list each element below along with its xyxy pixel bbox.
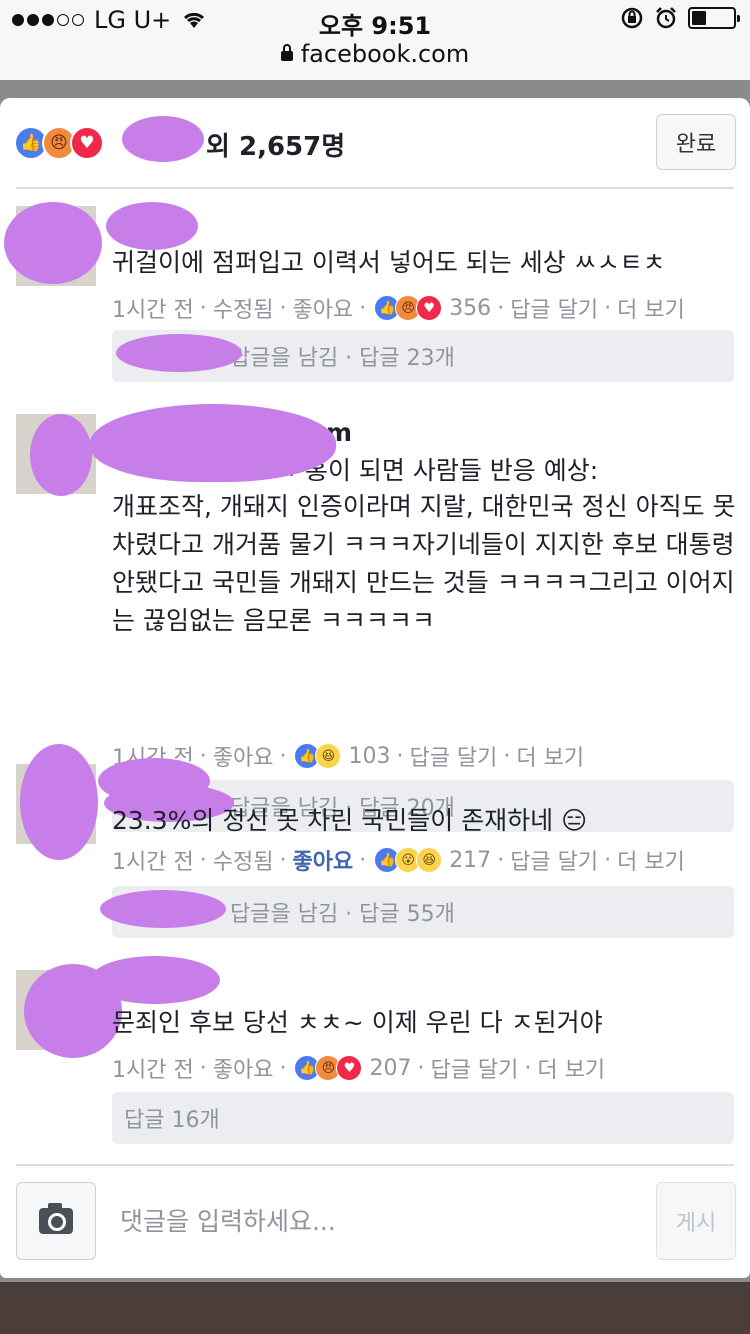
like-link[interactable]: 좋아요 — [213, 1052, 274, 1084]
love-icon: ♥ — [336, 1055, 363, 1081]
comment-meta: 1시간 전 · 수정됨 · 좋아요 · 👍 😠 ♥ 356 · 답글 달기 · 더 보기 — [112, 292, 685, 324]
reply-link[interactable]: 답글 달기 — [409, 740, 497, 772]
reply-summary-text: 답글을 남김 · 답글 23개 — [230, 346, 455, 371]
comment-time[interactable]: 1시간 전 — [112, 844, 194, 876]
comment-time[interactable]: 1시간 전 — [112, 1052, 194, 1084]
header-reactions[interactable]: 👍 😠 ♥ — [14, 126, 104, 160]
reaction-count[interactable]: 103 — [348, 744, 390, 769]
url-bar[interactable]: facebook.com — [0, 40, 750, 80]
like-link-active[interactable]: 좋아요 — [292, 844, 353, 876]
panel-header: 👍 😠 ♥ 외 2,657명 완료 — [0, 98, 750, 189]
alarm-icon — [656, 7, 676, 29]
orientation-lock-icon — [621, 7, 643, 29]
battery-icon — [688, 7, 740, 29]
reply-link[interactable]: 답글 달기 — [510, 844, 598, 876]
reply-summary-text: 답글 16개 — [124, 1108, 220, 1133]
more-link[interactable]: 더 보기 — [617, 844, 685, 876]
status-right — [620, 6, 740, 30]
redacted-name — [90, 956, 220, 1004]
comment-time[interactable]: 1시간 전 — [112, 292, 194, 324]
done-button[interactable]: 완료 — [656, 114, 736, 170]
comment-reactions[interactable]: 👍 😠 ♥ — [294, 1055, 363, 1081]
header-divider — [16, 187, 734, 189]
more-link[interactable]: 더 보기 — [537, 1052, 605, 1084]
redacted-avatar — [20, 744, 98, 860]
reactions-comments-panel: 👍 😠 ♥ 외 2,657명 완료 귀걸이에 점퍼입고 이력서 넣어도 되는 세… — [0, 98, 750, 1278]
comment-text: 개표조작, 개돼지 인증이라며 지랄, 대한민국 정신 아직도 못차렸다고 개거… — [112, 492, 736, 635]
reply-summary[interactable]: 답글 16개 — [112, 1092, 734, 1144]
url-text: facebook.com — [300, 40, 470, 68]
haha-icon: 😆 — [416, 847, 443, 873]
comment-meta: 1시간 전 · 수정됨 · 좋아요 · 👍 😮 😆 217 · 답글 달기 · 더 보기 — [112, 844, 685, 876]
redacted-avatar — [30, 414, 92, 496]
composer-divider — [16, 1164, 734, 1166]
edited-label[interactable]: 수정됨 — [213, 292, 274, 324]
comment-meta: 1시간 전 · 좋아요 · 👍 😠 ♥ 207 · 답글 달기 · 더 보기 — [112, 1052, 605, 1084]
redacted-name — [106, 202, 198, 250]
redacted-reply-name — [100, 890, 226, 928]
comment-text: 문죄인 후보 당선 ㅊㅊ~ 이제 우린 다 ㅈ된거야 — [112, 1008, 603, 1037]
reply-link[interactable]: 답글 달기 — [430, 1052, 518, 1084]
love-icon: ♥ — [70, 126, 104, 160]
redacted-name — [122, 116, 204, 162]
comment-input[interactable] — [112, 1182, 642, 1260]
comment-reactions[interactable]: 👍 😠 ♥ — [374, 295, 443, 321]
reply-link[interactable]: 답글 달기 — [510, 292, 598, 324]
more-link[interactable]: 더 보기 — [617, 292, 685, 324]
reaction-count[interactable]: 356 — [449, 296, 491, 321]
like-link[interactable]: 좋아요 — [292, 292, 353, 324]
reaction-summary[interactable]: 외 2,657명 — [206, 126, 345, 163]
lock-icon — [280, 44, 293, 61]
background-page-strip — [0, 1282, 750, 1334]
comment-text: 23.3%의 정신 못 차린 국민들이 존재하네 😑 — [112, 806, 588, 835]
more-link[interactable]: 더 보기 — [516, 740, 584, 772]
camera-icon — [39, 1203, 73, 1234]
status-bar: LG U+ 오후 9:51 — [0, 0, 750, 40]
edited-label[interactable]: 수정됨 — [213, 844, 274, 876]
reply-summary-text: 답글을 남김 · 답글 55개 — [230, 902, 455, 927]
comment-reactions[interactable]: 👍 😮 😆 — [374, 847, 443, 873]
like-link[interactable]: 좋아요 — [213, 740, 274, 772]
redacted-avatar — [4, 202, 102, 284]
redacted-reply-name — [116, 334, 242, 372]
reaction-count[interactable]: 207 — [369, 1056, 411, 1081]
love-icon: ♥ — [416, 295, 443, 321]
post-button[interactable]: 게시 — [656, 1182, 736, 1260]
redacted-name — [98, 758, 210, 804]
haha-icon: 😆 — [315, 743, 342, 769]
comment-text: 귀걸이에 점퍼입고 이력서 넣어도 되는 세상 ㅆㅅㅌㅊ — [112, 248, 666, 277]
redacted-name — [90, 404, 336, 482]
reaction-count[interactable]: 217 — [449, 848, 491, 873]
camera-button[interactable] — [16, 1182, 96, 1260]
comment-reactions[interactable]: 👍 😆 — [294, 743, 342, 769]
